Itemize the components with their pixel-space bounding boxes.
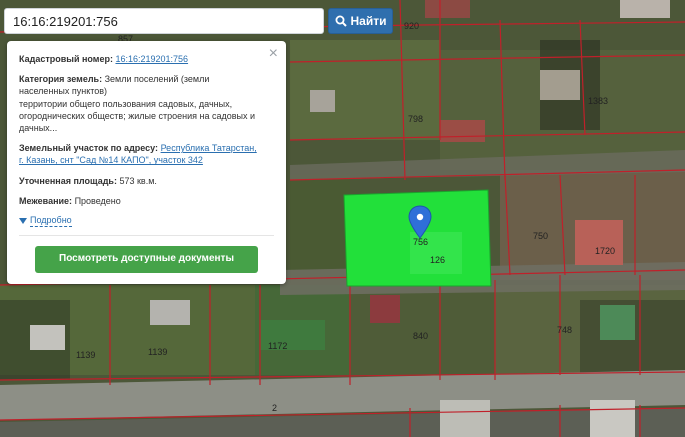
lot-label: 798 <box>408 114 423 124</box>
address-label: Земельный участок по адресу: <box>19 143 159 154</box>
survey-value: Проведено <box>74 195 121 206</box>
lot-label: 840 <box>413 331 428 341</box>
lot-label: 1172 <box>268 341 287 351</box>
caret-down-icon <box>19 217 27 224</box>
search-box[interactable] <box>4 8 324 34</box>
area-label: Уточненная площадь: <box>19 175 117 186</box>
cadastral-row: Кадастровый номер: 16:16:219201:756 <box>19 53 274 65</box>
parcel-info-popup: × Кадастровый номер: 16:16:219201:756 Ка… <box>7 41 286 284</box>
lot-label: 1139 <box>148 347 167 357</box>
area-row: Уточненная площадь: 573 кв.м. <box>19 175 274 187</box>
search-input[interactable] <box>5 9 323 33</box>
category-label: Категория земель: <box>19 74 103 85</box>
lot-label: 756 <box>413 237 428 247</box>
lot-label: 750 <box>533 231 548 241</box>
survey-row: Межевание: Проведено <box>19 195 274 207</box>
lot-label: 920 <box>404 21 419 31</box>
category-value: Земли поселений (земли <box>104 74 210 85</box>
category-value: территории общего пользования садовых, д… <box>19 98 233 109</box>
lot-label: 126 <box>430 255 445 265</box>
lot-label: 1139 <box>76 350 95 360</box>
category-row: Категория земель: Земли поселений (земли… <box>19 73 274 134</box>
lot-label: 2 <box>272 403 277 413</box>
lot-label: 748 <box>557 325 572 335</box>
address-link[interactable]: Республика Татарстан, <box>161 143 257 153</box>
survey-label: Межевание: <box>19 195 73 206</box>
close-icon[interactable]: × <box>269 46 278 62</box>
search-button-label: Найти <box>350 14 387 28</box>
more-details-link[interactable]: Подробно <box>19 214 274 228</box>
search-icon <box>335 15 347 27</box>
cadastral-link[interactable]: 16:16:219201:756 <box>115 54 188 64</box>
address-link[interactable]: г. Казань, снт "Сад №14 КАПО", участок 3… <box>19 155 203 165</box>
category-value: огороднических обществ; жилые строения н… <box>19 110 255 121</box>
category-value: дачных... <box>19 123 58 134</box>
category-value: населенных пунктов) <box>19 86 108 97</box>
lot-label: 1383 <box>588 96 608 106</box>
lot-label: 1720 <box>595 246 615 256</box>
view-documents-button[interactable]: Посмотреть доступные документы <box>35 246 258 273</box>
search-button[interactable]: Найти <box>328 8 393 34</box>
more-details-label: Подробно <box>30 214 72 228</box>
cadastral-label: Кадастровый номер: <box>19 54 113 64</box>
divider <box>19 235 274 237</box>
area-value: 573 кв.м. <box>119 175 157 186</box>
address-row: Земельный участок по адресу: Республика … <box>19 142 274 166</box>
